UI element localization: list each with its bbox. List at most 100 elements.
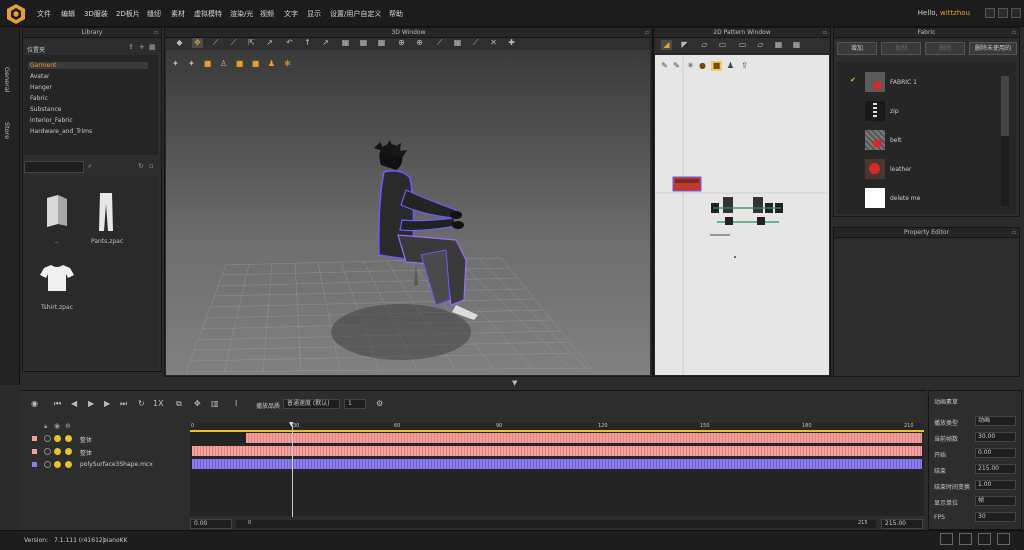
user-name[interactable]: wittzhou	[940, 9, 970, 17]
upload-icon[interactable]: ⇪	[128, 43, 134, 51]
menu-settings[interactable]: 设置/用户自定义	[330, 9, 381, 19]
trace-icon[interactable]: ▦	[773, 40, 784, 50]
buttonhole-icon[interactable]: ⊕	[414, 38, 425, 48]
menu-display[interactable]: 显示	[307, 9, 321, 19]
menu-file[interactable]: 文件	[37, 9, 51, 19]
layout-icon[interactable]	[940, 533, 953, 545]
sew-icon[interactable]: ↗	[320, 38, 331, 48]
fabric-item[interactable]: zip	[838, 101, 998, 126]
gear-icon[interactable]: ⚙	[376, 399, 383, 408]
pants-thumb-icon[interactable]	[98, 192, 114, 232]
track-visible-toggle[interactable]	[54, 461, 61, 468]
track-row[interactable]: 整体	[26, 446, 190, 458]
button-tool-icon[interactable]: ⊕	[396, 38, 407, 48]
panel-float-icon[interactable]: ▫	[823, 29, 827, 36]
3d-viewport[interactable]: ✦ ✦ ■ ♙ ■ ■ ♟ ✻	[166, 50, 650, 375]
puckering-icon[interactable]: ▦	[452, 38, 463, 48]
track-target-toggle[interactable]	[65, 435, 72, 442]
menu-video[interactable]: 视频	[260, 9, 274, 19]
key-icon[interactable]: ✥	[194, 399, 201, 408]
track-bar-garment-2[interactable]	[192, 446, 922, 456]
panel-float-icon[interactable]: ▫	[1012, 229, 1016, 236]
menu-text[interactable]: 文字	[284, 9, 298, 19]
fabric-item[interactable]: belt	[838, 130, 998, 155]
track-row[interactable]: 整体	[26, 433, 190, 445]
lock-column-icon[interactable]: 🔒︎	[44, 423, 47, 431]
menu-sewing[interactable]: 缝纫	[147, 9, 161, 19]
step-back-icon[interactable]: ◀	[71, 399, 77, 408]
add-fabric-button[interactable]: 增加	[837, 42, 877, 55]
track-visible-toggle[interactable]	[54, 448, 61, 455]
prop-unit-select[interactable]: 帧	[975, 496, 1016, 506]
playback-quality-select[interactable]: 普通速度 (默认)	[283, 399, 340, 409]
tshirt-thumb-icon[interactable]	[40, 264, 74, 292]
timeline-start-input[interactable]: 0.00	[190, 519, 232, 529]
brush-icon[interactable]: ⟋	[210, 38, 221, 48]
speed-icon[interactable]: 1X	[153, 399, 164, 408]
loop-icon[interactable]: ↻	[138, 399, 145, 408]
polygon-icon[interactable]: ▱	[699, 40, 710, 50]
annotation-icon[interactable]: ✚	[506, 38, 517, 48]
edit-point-icon[interactable]: ◤	[679, 40, 690, 50]
tree-item-interior-fabric[interactable]: Interior_Fabric	[30, 117, 73, 124]
folder-thumb-icon[interactable]	[44, 194, 70, 228]
track-area[interactable]	[190, 432, 924, 516]
hide-icon[interactable]: ✕	[488, 38, 499, 48]
prop-current-frame-input[interactable]: 30.00	[975, 432, 1016, 442]
menu-help[interactable]: 帮助	[389, 9, 403, 19]
prop-time-scale-input[interactable]: 1.00	[975, 480, 1016, 490]
track-bar-garment-1[interactable]	[246, 433, 922, 443]
tree-item-fabric[interactable]: Fabric	[30, 95, 48, 102]
record-icon[interactable]: ◉	[31, 399, 38, 408]
panel-float-icon[interactable]: ▫	[645, 29, 649, 36]
menu-edit[interactable]: 编辑	[61, 9, 75, 19]
menu-2d-pattern[interactable]: 2D板片	[116, 9, 140, 19]
2d-pattern-viewport[interactable]: ✎ ✎ ✳ ● ■ ♟ ⇪	[655, 55, 829, 375]
rectangle-icon[interactable]: ▭	[717, 40, 728, 50]
collapse-arrow-icon[interactable]: ▼	[512, 379, 517, 387]
prop-fps-select[interactable]: 30	[975, 512, 1016, 522]
dart-icon[interactable]: ▱	[755, 40, 766, 50]
playhead[interactable]	[292, 425, 293, 517]
track-bar-mcx[interactable]	[192, 459, 922, 469]
refresh-icon[interactable]: ↻	[138, 162, 144, 170]
panel-float-icon[interactable]: ▫	[1012, 29, 1016, 36]
target-column-icon[interactable]: ⊕	[65, 422, 71, 430]
track-row[interactable]: polySurface3Shape.mcx	[26, 459, 190, 471]
tree-item-hardware[interactable]: Hardware_and_Trims	[30, 128, 92, 135]
stretch-icon[interactable]: ↗	[264, 38, 275, 48]
track-lock-toggle[interactable]	[44, 448, 51, 455]
menu-avatar[interactable]: 虚拟模特	[194, 9, 222, 19]
track-target-toggle[interactable]	[65, 448, 72, 455]
transform-pattern-icon[interactable]: ◢	[661, 40, 672, 50]
tree-item-substance[interactable]: Substance	[30, 106, 61, 113]
menu-3d-garment[interactable]: 3D服装	[84, 9, 108, 19]
pin-icon[interactable]: ⟋	[228, 38, 239, 48]
delete-unused-button[interactable]: 删除未使用的	[969, 42, 1017, 55]
fabric-scrollbar[interactable]	[1001, 76, 1009, 206]
tab-general[interactable]: General	[3, 67, 11, 93]
trash-icon[interactable]: ▥	[211, 399, 219, 408]
mesh-icon[interactable]: ▦	[358, 38, 369, 48]
prop-end-input[interactable]: 215.00	[975, 464, 1016, 474]
layout-icon[interactable]	[959, 533, 972, 545]
fold-icon[interactable]: ↶	[284, 38, 295, 48]
delete-fabric-button[interactable]: 删除	[925, 42, 965, 55]
maximize-button[interactable]	[998, 8, 1008, 18]
menu-materials[interactable]: 素材	[171, 9, 185, 19]
track-lock-toggle[interactable]	[44, 461, 51, 468]
library-search-input[interactable]	[24, 161, 84, 173]
timeline-end-input[interactable]: 215.00	[881, 519, 923, 529]
texture-icon[interactable]: ⟋	[470, 38, 481, 48]
fabric-item[interactable]: ✔ FABRIC 1	[838, 72, 998, 97]
prop-play-type-select[interactable]: 动画	[975, 416, 1016, 426]
tree-item-garment[interactable]: Garment	[28, 62, 148, 69]
go-end-icon[interactable]: ⏭	[120, 399, 127, 409]
zipper-icon[interactable]: ⟋	[434, 38, 445, 48]
tree-item-hanger[interactable]: Hanger	[30, 84, 52, 91]
fold-arrangement-icon[interactable]: ▦	[791, 40, 802, 50]
timeline-ruler[interactable]	[190, 423, 924, 430]
thumbnail-view-icon[interactable]: ▫	[149, 162, 154, 170]
search-icon[interactable]: ⌕	[88, 162, 92, 171]
layout-icon[interactable]	[997, 533, 1010, 545]
